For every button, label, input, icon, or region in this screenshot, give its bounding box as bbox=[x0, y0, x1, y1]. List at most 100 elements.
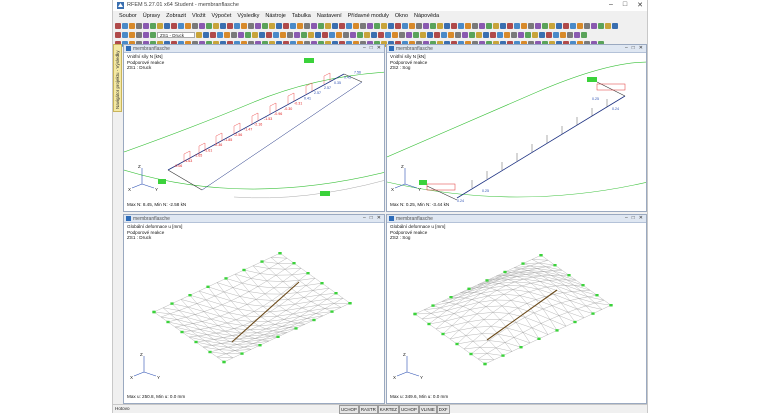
toolbar-button-icon[interactable] bbox=[315, 32, 321, 38]
toolbar-button-icon[interactable] bbox=[409, 23, 415, 29]
toolbar-button-icon[interactable] bbox=[423, 23, 429, 29]
toolbar-button-icon[interactable] bbox=[483, 32, 489, 38]
toolbar-button-icon[interactable] bbox=[217, 32, 223, 38]
pane-minimize-icon[interactable]: – bbox=[363, 45, 366, 51]
toolbar-button-icon[interactable] bbox=[238, 32, 244, 38]
pane-minimize-icon[interactable]: – bbox=[625, 45, 628, 51]
toolbar-button-icon[interactable] bbox=[451, 23, 457, 29]
toolbar-button-icon[interactable] bbox=[556, 23, 562, 29]
toolbar-button-icon[interactable] bbox=[591, 23, 597, 29]
toolbar-button-icon[interactable] bbox=[497, 32, 503, 38]
toolbar-button-icon[interactable] bbox=[220, 23, 226, 29]
toolbar-button-icon[interactable] bbox=[115, 32, 121, 38]
toolbar-button-icon[interactable] bbox=[287, 32, 293, 38]
toolbar-button-icon[interactable] bbox=[290, 23, 296, 29]
toolbar-button-icon[interactable] bbox=[535, 23, 541, 29]
toolbar-button-icon[interactable] bbox=[479, 23, 485, 29]
menu-nastroje[interactable]: Nástroje bbox=[265, 12, 285, 20]
toolbar-button-icon[interactable] bbox=[574, 32, 580, 38]
toolbar-button-icon[interactable] bbox=[546, 32, 552, 38]
toolbar-button-icon[interactable] bbox=[196, 32, 202, 38]
toolbar-button-icon[interactable] bbox=[476, 32, 482, 38]
menu-vlozit[interactable]: Vložit bbox=[192, 12, 205, 20]
minimize-icon[interactable]: – bbox=[609, 1, 613, 9]
pane-close-icon[interactable]: ✕ bbox=[377, 215, 381, 221]
toolbar-button-icon[interactable] bbox=[252, 32, 258, 38]
view-pane-nx-zs2[interactable]: membranflasche – □ ✕ Vnitřní síly N [kN]… bbox=[386, 44, 647, 212]
toolbar-button-icon[interactable] bbox=[157, 23, 163, 29]
toolbar-button-icon[interactable] bbox=[276, 23, 282, 29]
toolbar-button-icon[interactable] bbox=[378, 32, 384, 38]
toolbar-button-icon[interactable] bbox=[311, 23, 317, 29]
toolbar-button-icon[interactable] bbox=[381, 23, 387, 29]
toolbar-button-icon[interactable] bbox=[521, 23, 527, 29]
toolbar-button-icon[interactable] bbox=[427, 32, 433, 38]
toolbar-button-icon[interactable] bbox=[122, 23, 128, 29]
menu-napoveda[interactable]: Nápověda bbox=[414, 12, 439, 20]
toolbar-button-icon[interactable] bbox=[486, 23, 492, 29]
toolbar-button-icon[interactable] bbox=[206, 23, 212, 29]
toolbar-button-icon[interactable] bbox=[203, 32, 209, 38]
pane-maximize-icon[interactable]: □ bbox=[370, 45, 373, 51]
toolbar-button-icon[interactable] bbox=[434, 32, 440, 38]
toolbar-button-icon[interactable] bbox=[458, 23, 464, 29]
toolbar-button-icon[interactable] bbox=[297, 23, 303, 29]
pane-minimize-icon[interactable]: – bbox=[363, 215, 366, 221]
toolbar-button-icon[interactable] bbox=[567, 32, 573, 38]
menu-soubor[interactable]: Soubor bbox=[119, 12, 137, 20]
maximize-icon[interactable]: □ bbox=[623, 1, 627, 9]
toolbar-button-icon[interactable] bbox=[584, 23, 590, 29]
toolbar-button-icon[interactable] bbox=[136, 32, 142, 38]
menu-vysledky[interactable]: Výsledky bbox=[237, 12, 259, 20]
load-case-combo[interactable]: ZS1 - Druck bbox=[157, 32, 195, 38]
toolbar-button-icon[interactable] bbox=[283, 23, 289, 29]
close-icon[interactable]: ✕ bbox=[637, 1, 643, 9]
menu-nastaveni[interactable]: Nastavení bbox=[317, 12, 342, 20]
toolbar-button-icon[interactable] bbox=[472, 23, 478, 29]
pane-maximize-icon[interactable]: □ bbox=[370, 215, 373, 221]
toolbar-button-icon[interactable] bbox=[224, 32, 230, 38]
pane-close-icon[interactable]: ✕ bbox=[377, 45, 381, 51]
toolbar-button-icon[interactable] bbox=[367, 23, 373, 29]
toolbar-button-icon[interactable] bbox=[539, 32, 545, 38]
toolbar-button-icon[interactable] bbox=[437, 23, 443, 29]
toolbar-button-icon[interactable] bbox=[259, 32, 265, 38]
toolbar-button-icon[interactable] bbox=[325, 23, 331, 29]
toolbar-button-icon[interactable] bbox=[500, 23, 506, 29]
toolbar-button-icon[interactable] bbox=[350, 32, 356, 38]
toolbar-button-icon[interactable] bbox=[598, 23, 604, 29]
toolbar-button-icon[interactable] bbox=[507, 23, 513, 29]
toolbar-button-icon[interactable] bbox=[248, 23, 254, 29]
toolbar-button-icon[interactable] bbox=[171, 23, 177, 29]
view-pane-nx-zs1[interactable]: membranflasche – □ ✕ Vnitřní síly N [kN]… bbox=[123, 44, 385, 212]
pane-minimize-icon[interactable]: – bbox=[625, 215, 628, 221]
toolbar-button-icon[interactable] bbox=[465, 23, 471, 29]
menu-zobrazit[interactable]: Zobrazit bbox=[166, 12, 186, 20]
toolbar-button-icon[interactable] bbox=[553, 32, 559, 38]
toolbar-button-icon[interactable] bbox=[462, 32, 468, 38]
toolbar-button-icon[interactable] bbox=[528, 23, 534, 29]
toolbar-button-icon[interactable] bbox=[399, 32, 405, 38]
toolbar-button-icon[interactable] bbox=[525, 32, 531, 38]
pane-maximize-icon[interactable]: □ bbox=[632, 45, 635, 51]
toolbar-button-icon[interactable] bbox=[143, 23, 149, 29]
toolbar-button-icon[interactable] bbox=[577, 23, 583, 29]
toolbar-button-icon[interactable] bbox=[374, 23, 380, 29]
toolbar-button-icon[interactable] bbox=[339, 23, 345, 29]
toolbar-button-icon[interactable] bbox=[329, 32, 335, 38]
toolbar-button-icon[interactable] bbox=[336, 32, 342, 38]
toolbar-button-icon[interactable] bbox=[136, 23, 142, 29]
toolbar-button-icon[interactable] bbox=[504, 32, 510, 38]
toolbar-button-icon[interactable] bbox=[199, 23, 205, 29]
toolbar-button-icon[interactable] bbox=[563, 23, 569, 29]
toolbar-button-icon[interactable] bbox=[178, 23, 184, 29]
toolbar-button-icon[interactable] bbox=[360, 23, 366, 29]
toolbar-button-icon[interactable] bbox=[346, 23, 352, 29]
toolbar-button-icon[interactable] bbox=[322, 32, 328, 38]
toolbar-button-icon[interactable] bbox=[441, 32, 447, 38]
toolbar-button-icon[interactable] bbox=[353, 23, 359, 29]
toolbar-button-icon[interactable] bbox=[518, 32, 524, 38]
toolbar-button-icon[interactable] bbox=[213, 23, 219, 29]
toolbar-button-icon[interactable] bbox=[542, 23, 548, 29]
toolbar-button-icon[interactable] bbox=[129, 23, 135, 29]
